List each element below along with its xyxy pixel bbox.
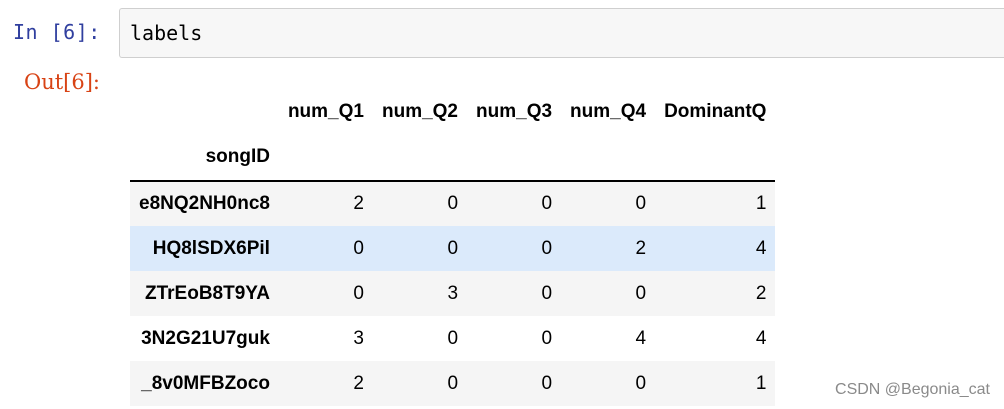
table-cell: 4 — [635, 327, 647, 349]
dataframe-table: num_Q1 num_Q2 num_Q3 num_Q4 DominantQ so… — [130, 89, 776, 406]
watermark: CSDN @Begonia_cat — [835, 381, 990, 398]
table-cell: 2 — [353, 193, 364, 214]
column-header: num_Q2 — [381, 100, 459, 122]
table-cell: 4 — [755, 327, 767, 349]
table-cell: 1 — [755, 193, 767, 214]
table-row: _8v0MFBZoco 2 0 0 0 1 — [130, 361, 776, 406]
column-header: DominantQ — [664, 100, 767, 122]
table-cell: 1 — [755, 372, 767, 394]
table-cell: 0 — [353, 237, 364, 259]
table-cell: 0 — [635, 282, 647, 304]
table-cell: 2 — [353, 372, 364, 394]
table-cell: 0 — [541, 327, 553, 349]
output-prompt: Out[6]: — [24, 70, 101, 94]
table-cell: 0 — [541, 237, 553, 259]
table-row: e8NQ2NH0nc8 2 0 0 0 1 — [130, 181, 776, 226]
code-text[interactable]: labels — [130, 21, 202, 45]
index-name: songID — [205, 146, 270, 167]
row-index: ZTrEoB8T9YA — [145, 282, 270, 304]
table-cell: 0 — [353, 282, 364, 304]
column-header: num_Q1 — [287, 100, 364, 122]
table-cell: 0 — [541, 193, 553, 214]
row-index: e8NQ2NH0nc8 — [139, 193, 270, 214]
table-cell: 0 — [447, 327, 459, 349]
index-name-row: songID — [130, 134, 776, 181]
table-row: ZTrEoB8T9YA 0 3 0 0 2 — [130, 271, 776, 316]
row-index: 3N2G21U7guk — [141, 327, 270, 349]
table-cell: 0 — [635, 193, 647, 214]
input-cell[interactable]: In [6]: labels — [0, 8, 1004, 60]
table-cell: 0 — [447, 237, 459, 259]
header-blank — [130, 89, 279, 134]
table-cell: 0 — [447, 372, 459, 394]
column-header: num_Q3 — [476, 100, 553, 122]
table-row: 3N2G21U7guk 3 0 0 4 4 — [130, 316, 776, 361]
table-cell: 2 — [635, 237, 647, 259]
table-cell: 0 — [541, 282, 553, 304]
table-cell: 2 — [755, 282, 767, 304]
code-input-area[interactable]: labels — [119, 8, 1004, 58]
table-cell: 0 — [447, 193, 459, 214]
table-cell: 3 — [353, 327, 364, 349]
row-index: HQ8lSDX6Pil — [152, 237, 270, 259]
column-header: num_Q4 — [570, 100, 647, 122]
column-header-row: num_Q1 num_Q2 num_Q3 num_Q4 DominantQ — [130, 89, 775, 134]
table-cell: 0 — [635, 372, 647, 394]
input-prompt: In [6]: — [13, 20, 101, 44]
table-cell: 0 — [541, 372, 553, 394]
row-index: _8v0MFBZoco — [141, 372, 270, 394]
table-row: HQ8lSDX6Pil 0 0 0 2 4 — [130, 226, 776, 271]
table-cell: 3 — [447, 282, 459, 304]
table-cell: 4 — [755, 237, 767, 259]
